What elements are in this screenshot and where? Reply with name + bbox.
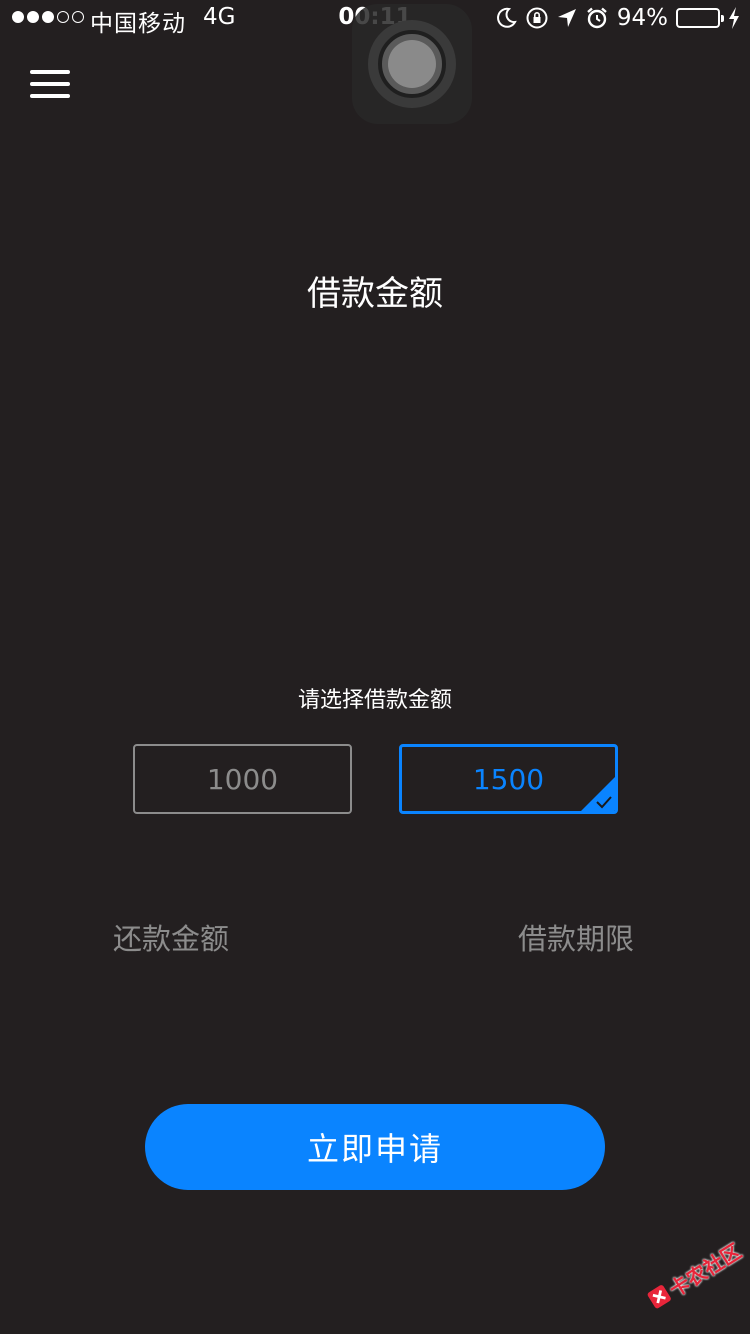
loan-term-label: 借款期限 [518,922,635,956]
battery-percent: 94% [616,5,668,31]
amount-option-label: 1500 [472,762,545,796]
menu-bar [30,94,70,98]
assistive-touch-core [388,40,436,88]
checkmark-icon [596,796,612,809]
rotation-lock-icon [525,6,549,30]
amount-option-1500[interactable]: 1500 [399,744,618,814]
moon-icon [495,7,517,29]
watermark: 卡农社区 [631,1218,750,1332]
assistive-touch-button[interactable] [352,4,472,124]
menu-bar [30,70,70,74]
menu-bar [30,82,70,86]
amount-prompt: 请选择借款金额 [297,688,452,713]
loan-screen: 中国移动 4G 00:11 [0,0,750,1334]
assistive-touch-inner-ring [378,30,446,98]
page-title: 借款金额 [307,274,443,314]
location-arrow-icon [557,7,577,29]
amount-option-label: 1000 [206,762,279,796]
amount-option-1000[interactable]: 1000 [133,744,352,814]
battery-icon [676,8,724,28]
alarm-clock-icon [585,6,609,30]
charging-bolt-icon [728,7,740,29]
status-icons: 94% [495,5,740,31]
repay-amount-label: 还款金额 [113,922,230,956]
assistive-touch-outer-ring [368,20,456,108]
watermark-text: 卡农社区 [664,1238,746,1302]
apply-now-button[interactable]: 立即申请 [145,1104,605,1190]
hamburger-menu-icon[interactable] [28,66,72,106]
